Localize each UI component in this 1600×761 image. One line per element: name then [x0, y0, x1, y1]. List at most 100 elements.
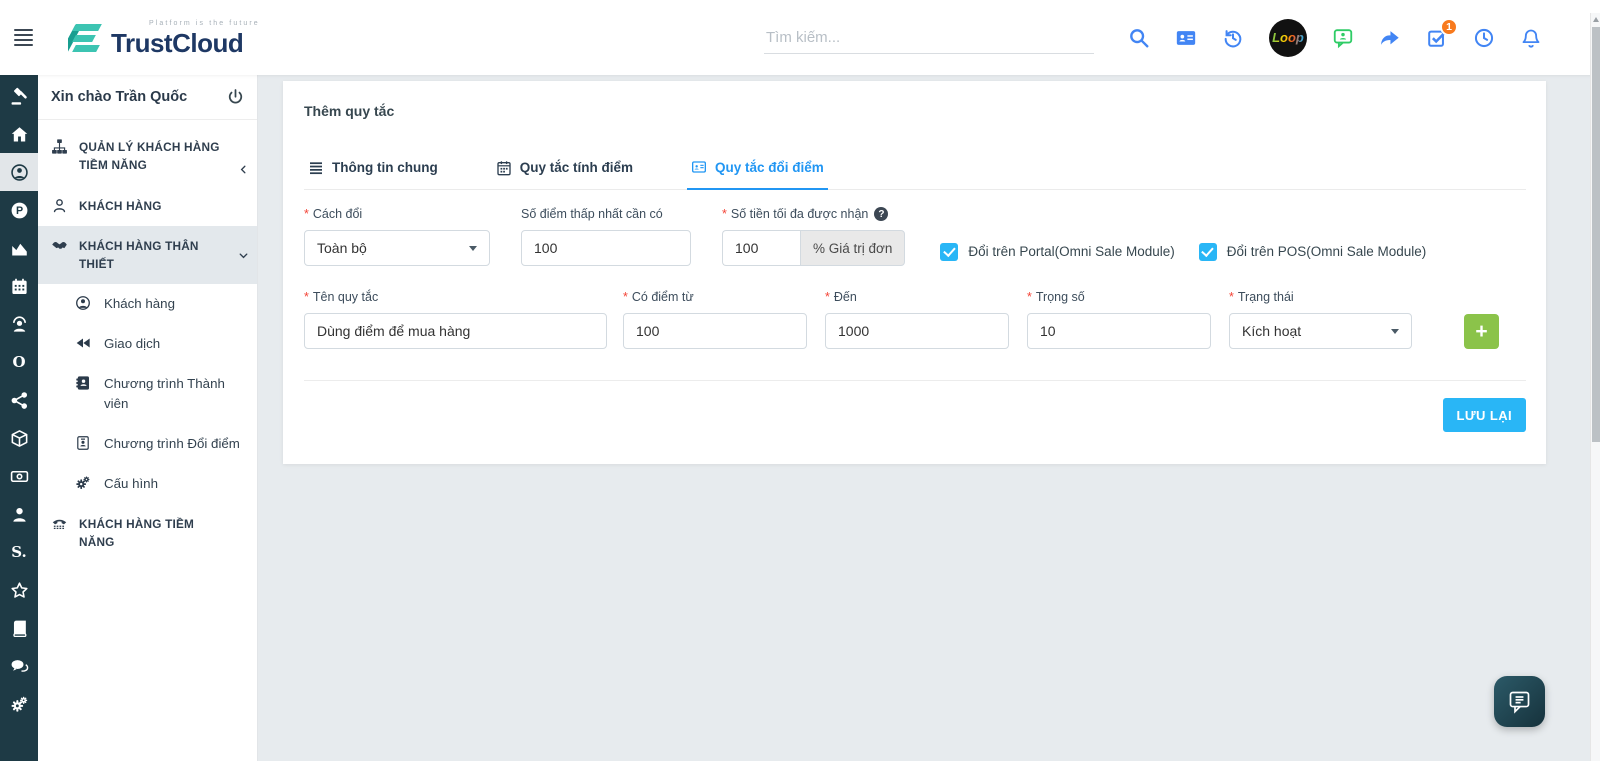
field-points-to: *Đến: [825, 290, 1009, 349]
sidebar-subitem-chuong-trinh-doi-diem[interactable]: Chương trình Đổi điểm: [38, 424, 257, 464]
share-icon[interactable]: [1379, 27, 1401, 49]
status-select[interactable]: Kích hoạt: [1229, 313, 1412, 349]
sidebar-item-khach-hang-tiem-nang[interactable]: KHÁCH HÀNG TIỀM NĂNG: [38, 504, 257, 563]
rail-item-chat[interactable]: [0, 647, 38, 685]
rail-item-support[interactable]: [0, 305, 38, 343]
rule-name-input[interactable]: [304, 313, 607, 349]
list-icon: [308, 160, 324, 176]
sidebar-subitem-label: Cấu hình: [104, 474, 158, 494]
sidebar-subitem-khach-hang[interactable]: Khách hàng: [38, 284, 257, 324]
rail-item-auction[interactable]: [0, 77, 38, 115]
scrollbar-up-arrow[interactable]: [1593, 17, 1599, 22]
gears-icon: [10, 695, 29, 714]
amount-unit-addon: % Giá trị đơn: [800, 230, 905, 266]
home-icon: [10, 125, 29, 144]
sidebar-item-khach-hang-than-thiet[interactable]: KHÁCH HÀNG THÂN THIẾT: [38, 226, 257, 285]
points-to-input[interactable]: [825, 313, 1009, 349]
tasks-check-icon[interactable]: 1: [1426, 27, 1448, 49]
field-label: Số tiền tối đa được nhận: [731, 207, 869, 221]
pos-checkbox[interactable]: [1199, 243, 1217, 261]
exchange-method-select[interactable]: Toàn bộ: [304, 230, 490, 266]
search-input[interactable]: [764, 22, 1094, 54]
checkbox-label: Đổi trên POS(Omni Sale Module): [1227, 244, 1427, 259]
required-marker: *: [1229, 290, 1234, 304]
sitemap-icon: [51, 138, 68, 155]
clock-icon[interactable]: [1473, 27, 1495, 49]
gavel-icon: [10, 87, 29, 106]
user-outline-icon: [51, 197, 68, 214]
letter-s-app-icon: S.: [11, 543, 27, 561]
bell-icon[interactable]: [1520, 27, 1542, 49]
rail-item-customers[interactable]: [0, 153, 38, 191]
field-weight: *Trọng số: [1027, 290, 1211, 349]
rail-item-favorites[interactable]: [0, 571, 38, 609]
rail-item-settings[interactable]: [0, 685, 38, 723]
rail-item-calendar[interactable]: [0, 267, 38, 305]
trustcloud-logo-mark: [68, 24, 102, 56]
page-title: Thêm quy tắc: [304, 103, 1526, 119]
tab-label: Quy tắc tính điểm: [520, 160, 633, 175]
loop-app-avatar[interactable]: Loop: [1269, 19, 1307, 57]
rail-item-p-app[interactable]: P: [0, 191, 38, 229]
tab-label: Thông tin chung: [332, 160, 438, 175]
sidebar-item-khach-hang[interactable]: KHÁCH HÀNG: [38, 186, 257, 226]
rail-item-users[interactable]: [0, 495, 38, 533]
power-icon: [226, 88, 245, 107]
logo-tagline: Platform is the future: [149, 20, 260, 27]
trustcloud-logo[interactable]: Platform is the future TrustCloud: [68, 20, 260, 56]
save-button[interactable]: LƯU LẠI: [1443, 398, 1526, 432]
floating-chat-button[interactable]: [1494, 676, 1545, 727]
min-points-input[interactable]: [521, 230, 691, 266]
chat-message-icon: [1506, 688, 1533, 715]
required-marker: *: [825, 290, 830, 304]
tab-thong-tin-chung[interactable]: Thông tin chung: [304, 159, 442, 189]
add-rule-card: Thêm quy tắc Thông tin chung Quy tắc tín…: [283, 81, 1546, 464]
scrollbar-track[interactable]: [1590, 13, 1600, 761]
tab-quy-tac-doi-diem[interactable]: Quy tắc đổi điểm: [687, 159, 828, 190]
field-max-amount: *Số tiền tối đa được nhận? % Giá trị đơn: [722, 207, 905, 266]
required-marker: *: [304, 207, 309, 221]
search-icon[interactable]: [1128, 27, 1150, 49]
weight-input[interactable]: [1027, 313, 1211, 349]
rail-item-s-app[interactable]: S.: [0, 533, 38, 571]
tab-bar: Thông tin chung Quy tắc tính điểm Quy tắ…: [304, 159, 1526, 190]
sidebar-subitem-cau-hinh[interactable]: Cấu hình: [38, 464, 257, 504]
portal-checkbox-row[interactable]: Đổi trên Portal(Omni Sale Module): [940, 237, 1174, 266]
calendar-icon: [10, 277, 29, 296]
id-card-icon[interactable]: [1175, 27, 1197, 49]
sidebar-item-label: KHÁCH HÀNG TIỀM NĂNG: [79, 515, 233, 552]
tab-quy-tac-tinh-diem[interactable]: Quy tắc tính điểm: [492, 159, 637, 189]
rail-item-home[interactable]: [0, 115, 38, 153]
points-from-input[interactable]: [623, 313, 807, 349]
main-area: Thêm quy tắc Thông tin chung Quy tắc tín…: [258, 75, 1600, 761]
checkbox-label: Đổi trên Portal(Omni Sale Module): [968, 244, 1174, 259]
history-icon[interactable]: [1222, 27, 1244, 49]
max-amount-input[interactable]: [722, 230, 800, 266]
menu-toggle-icon[interactable]: [14, 29, 38, 46]
caret-down-icon: [469, 246, 477, 251]
required-marker: *: [623, 290, 628, 304]
portal-checkbox[interactable]: [940, 243, 958, 261]
rail-item-payments[interactable]: [0, 457, 38, 495]
loop-app-label: Loop: [1272, 30, 1304, 45]
rail-item-products[interactable]: [0, 419, 38, 457]
rail-item-network[interactable]: [0, 381, 38, 419]
handshake-icon: [51, 237, 68, 254]
sidebar-item-quan-ly-khach-hang-tiem-nang[interactable]: QUẢN LÝ KHÁCH HÀNG TIỀM NĂNG: [38, 127, 257, 186]
rail-item-o-app[interactable]: O: [0, 343, 38, 381]
field-min-points: Số điểm thấp nhất cần có: [521, 207, 691, 266]
id-card-icon: [691, 159, 707, 175]
rail-item-docs[interactable]: [0, 609, 38, 647]
add-rule-button[interactable]: +: [1464, 314, 1499, 349]
pos-checkbox-row[interactable]: Đổi trên POS(Omni Sale Module): [1199, 237, 1427, 266]
sidebar-subitem-giao-dich[interactable]: Giao dịch: [38, 324, 257, 364]
help-icon[interactable]: ?: [874, 207, 888, 221]
rail-item-reports[interactable]: [0, 229, 38, 267]
cube-icon: [10, 429, 29, 448]
sidebar-subitem-label: Khách hàng: [104, 294, 175, 314]
sidebar-subitem-chuong-trinh-thanh-vien[interactable]: Chương trình Thành viên: [38, 364, 257, 424]
tab-label: Quy tắc đổi điểm: [715, 160, 824, 175]
logout-button[interactable]: [226, 88, 245, 107]
chat-user-icon[interactable]: [1332, 27, 1354, 49]
scrollbar-thumb[interactable]: [1592, 27, 1600, 442]
